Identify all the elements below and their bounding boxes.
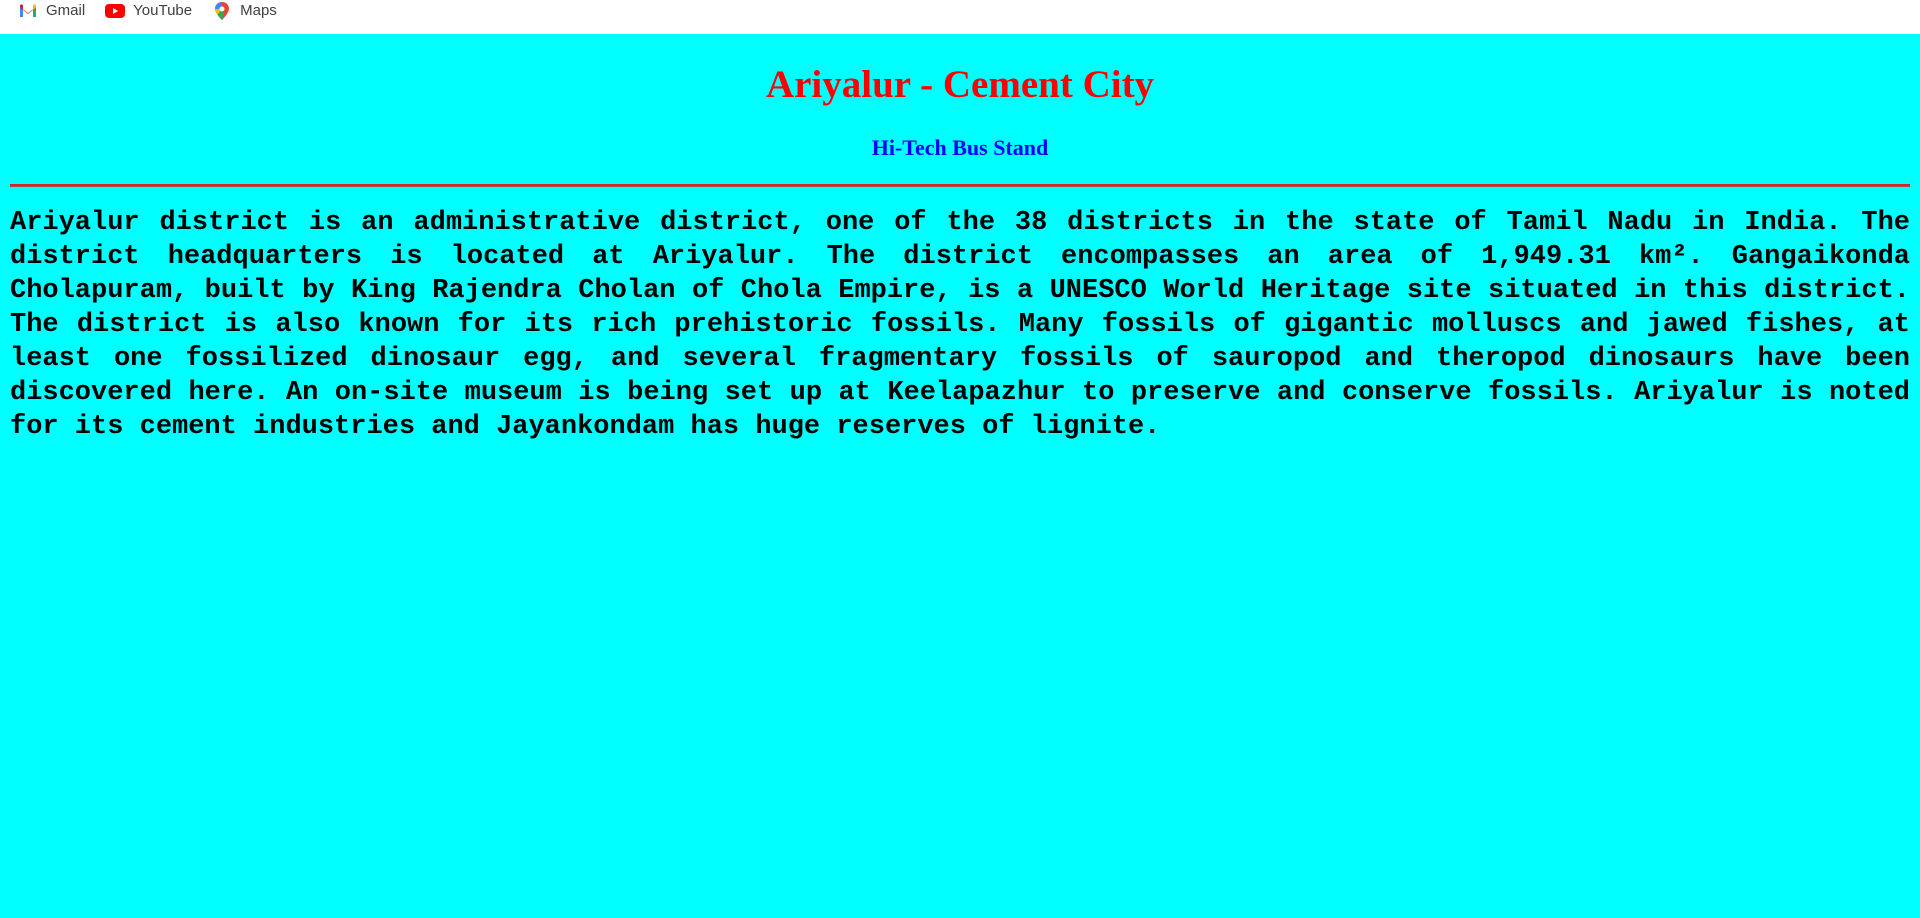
bookmark-label: Gmail: [46, 2, 86, 19]
body-paragraph: Ariyalur district is an administrative d…: [10, 208, 1910, 442]
bookmark-label: YouTube: [133, 2, 193, 19]
bookmark-label: Maps: [240, 2, 277, 19]
youtube-icon: [105, 3, 126, 19]
bookmark-gmail[interactable]: Gmail: [18, 0, 85, 22]
bookmark-maps[interactable]: Maps: [212, 0, 277, 22]
gmail-icon: [18, 3, 38, 19]
divider: [10, 184, 1910, 187]
bookmarks-bar: Gmail YouTube Maps: [0, 0, 1920, 34]
bookmark-youtube[interactable]: YouTube: [105, 0, 192, 22]
page-content: Ariyalur - Cement City Hi-Tech Bus Stand…: [0, 34, 1920, 918]
maps-icon: [212, 1, 232, 20]
page-title: Ariyalur - Cement City: [765, 63, 1155, 106]
page-subtitle: Hi-Tech Bus Stand: [871, 135, 1049, 160]
